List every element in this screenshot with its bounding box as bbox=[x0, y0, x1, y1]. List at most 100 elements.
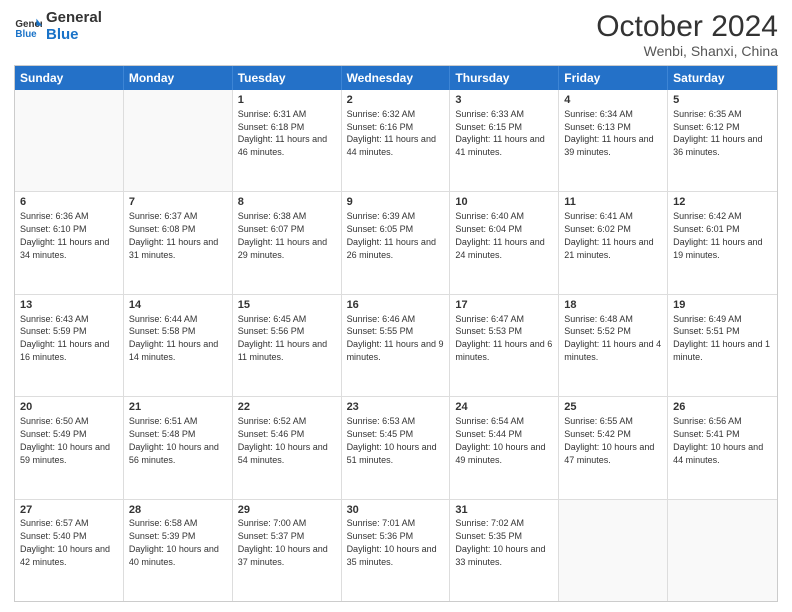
sunset: Sunset: 5:53 PM bbox=[455, 326, 522, 336]
sunset: Sunset: 5:48 PM bbox=[129, 429, 196, 439]
sunrise: Sunrise: 6:51 AM bbox=[129, 416, 198, 426]
day-number: 21 bbox=[129, 400, 227, 415]
day-number: 24 bbox=[455, 400, 553, 415]
location: Wenbi, Shanxi, China bbox=[596, 43, 778, 59]
day-number: 7 bbox=[129, 195, 227, 210]
calendar-cell-5-1: 27Sunrise: 6:57 AMSunset: 5:40 PMDayligh… bbox=[15, 500, 124, 601]
daylight: Daylight: 11 hours and 4 minutes. bbox=[564, 339, 661, 362]
header-wednesday: Wednesday bbox=[342, 66, 451, 90]
day-number: 29 bbox=[238, 503, 336, 518]
daylight: Daylight: 11 hours and 1 minute. bbox=[673, 339, 770, 362]
calendar-cell-5-7 bbox=[668, 500, 777, 601]
calendar-cell-4-5: 24Sunrise: 6:54 AMSunset: 5:44 PMDayligh… bbox=[450, 397, 559, 498]
calendar: Sunday Monday Tuesday Wednesday Thursday… bbox=[14, 65, 778, 602]
sunset: Sunset: 5:37 PM bbox=[238, 531, 305, 541]
calendar-cell-1-2 bbox=[124, 90, 233, 191]
sunset: Sunset: 6:05 PM bbox=[347, 224, 414, 234]
sunset: Sunset: 6:07 PM bbox=[238, 224, 305, 234]
sunset: Sunset: 5:36 PM bbox=[347, 531, 414, 541]
calendar-week-1: 1Sunrise: 6:31 AMSunset: 6:18 PMDaylight… bbox=[15, 90, 777, 192]
sunrise: Sunrise: 7:02 AM bbox=[455, 518, 524, 528]
sunset: Sunset: 6:16 PM bbox=[347, 122, 414, 132]
sunrise: Sunrise: 6:42 AM bbox=[673, 211, 742, 221]
daylight: Daylight: 10 hours and 37 minutes. bbox=[238, 544, 328, 567]
sunrise: Sunrise: 7:01 AM bbox=[347, 518, 416, 528]
daylight: Daylight: 11 hours and 46 minutes. bbox=[238, 134, 327, 157]
calendar-cell-2-1: 6Sunrise: 6:36 AMSunset: 6:10 PMDaylight… bbox=[15, 192, 124, 293]
calendar-header: Sunday Monday Tuesday Wednesday Thursday… bbox=[15, 66, 777, 90]
daylight: Daylight: 11 hours and 26 minutes. bbox=[347, 237, 436, 260]
sunrise: Sunrise: 6:52 AM bbox=[238, 416, 307, 426]
calendar-cell-2-5: 10Sunrise: 6:40 AMSunset: 6:04 PMDayligh… bbox=[450, 192, 559, 293]
calendar-cell-3-6: 18Sunrise: 6:48 AMSunset: 5:52 PMDayligh… bbox=[559, 295, 668, 396]
calendar-cell-2-2: 7Sunrise: 6:37 AMSunset: 6:08 PMDaylight… bbox=[124, 192, 233, 293]
daylight: Daylight: 10 hours and 49 minutes. bbox=[455, 442, 545, 465]
day-number: 4 bbox=[564, 93, 662, 108]
sunrise: Sunrise: 6:49 AM bbox=[673, 314, 742, 324]
sunset: Sunset: 5:41 PM bbox=[673, 429, 740, 439]
day-number: 18 bbox=[564, 298, 662, 313]
daylight: Daylight: 11 hours and 11 minutes. bbox=[238, 339, 327, 362]
sunset: Sunset: 5:39 PM bbox=[129, 531, 196, 541]
sunrise: Sunrise: 6:50 AM bbox=[20, 416, 89, 426]
sunset: Sunset: 5:35 PM bbox=[455, 531, 522, 541]
sunrise: Sunrise: 6:43 AM bbox=[20, 314, 89, 324]
daylight: Daylight: 10 hours and 51 minutes. bbox=[347, 442, 437, 465]
daylight: Daylight: 11 hours and 24 minutes. bbox=[455, 237, 544, 260]
calendar-cell-1-3: 1Sunrise: 6:31 AMSunset: 6:18 PMDaylight… bbox=[233, 90, 342, 191]
day-number: 12 bbox=[673, 195, 772, 210]
sunrise: Sunrise: 6:58 AM bbox=[129, 518, 198, 528]
day-number: 10 bbox=[455, 195, 553, 210]
sunrise: Sunrise: 6:57 AM bbox=[20, 518, 89, 528]
daylight: Daylight: 11 hours and 16 minutes. bbox=[20, 339, 109, 362]
sunrise: Sunrise: 6:54 AM bbox=[455, 416, 524, 426]
daylight: Daylight: 11 hours and 31 minutes. bbox=[129, 237, 218, 260]
sunrise: Sunrise: 6:36 AM bbox=[20, 211, 89, 221]
header-friday: Friday bbox=[559, 66, 668, 90]
title-block: October 2024 Wenbi, Shanxi, China bbox=[596, 10, 778, 59]
sunset: Sunset: 6:04 PM bbox=[455, 224, 522, 234]
calendar-cell-1-5: 3Sunrise: 6:33 AMSunset: 6:15 PMDaylight… bbox=[450, 90, 559, 191]
sunrise: Sunrise: 6:41 AM bbox=[564, 211, 633, 221]
calendar-cell-3-2: 14Sunrise: 6:44 AMSunset: 5:58 PMDayligh… bbox=[124, 295, 233, 396]
day-number: 30 bbox=[347, 503, 445, 518]
sunset: Sunset: 5:55 PM bbox=[347, 326, 414, 336]
sunrise: Sunrise: 6:33 AM bbox=[455, 109, 524, 119]
daylight: Daylight: 10 hours and 33 minutes. bbox=[455, 544, 545, 567]
sunrise: Sunrise: 6:56 AM bbox=[673, 416, 742, 426]
day-number: 26 bbox=[673, 400, 772, 415]
daylight: Daylight: 11 hours and 29 minutes. bbox=[238, 237, 327, 260]
daylight: Daylight: 10 hours and 54 minutes. bbox=[238, 442, 328, 465]
sunset: Sunset: 5:52 PM bbox=[564, 326, 631, 336]
daylight: Daylight: 10 hours and 35 minutes. bbox=[347, 544, 437, 567]
calendar-cell-2-4: 9Sunrise: 6:39 AMSunset: 6:05 PMDaylight… bbox=[342, 192, 451, 293]
header: General Blue General Blue October 2024 W… bbox=[14, 10, 778, 59]
sunset: Sunset: 5:56 PM bbox=[238, 326, 305, 336]
page: General Blue General Blue October 2024 W… bbox=[0, 0, 792, 612]
daylight: Daylight: 11 hours and 41 minutes. bbox=[455, 134, 544, 157]
calendar-cell-5-3: 29Sunrise: 7:00 AMSunset: 5:37 PMDayligh… bbox=[233, 500, 342, 601]
day-number: 1 bbox=[238, 93, 336, 108]
day-number: 2 bbox=[347, 93, 445, 108]
calendar-week-4: 20Sunrise: 6:50 AMSunset: 5:49 PMDayligh… bbox=[15, 397, 777, 499]
logo: General Blue General Blue bbox=[14, 10, 102, 43]
calendar-week-3: 13Sunrise: 6:43 AMSunset: 5:59 PMDayligh… bbox=[15, 295, 777, 397]
sunrise: Sunrise: 6:38 AM bbox=[238, 211, 307, 221]
calendar-cell-4-6: 25Sunrise: 6:55 AMSunset: 5:42 PMDayligh… bbox=[559, 397, 668, 498]
sunrise: Sunrise: 6:55 AM bbox=[564, 416, 633, 426]
daylight: Daylight: 11 hours and 9 minutes. bbox=[347, 339, 444, 362]
sunrise: Sunrise: 6:39 AM bbox=[347, 211, 416, 221]
day-number: 20 bbox=[20, 400, 118, 415]
daylight: Daylight: 11 hours and 44 minutes. bbox=[347, 134, 436, 157]
sunset: Sunset: 5:40 PM bbox=[20, 531, 87, 541]
daylight: Daylight: 11 hours and 19 minutes. bbox=[673, 237, 762, 260]
sunset: Sunset: 5:58 PM bbox=[129, 326, 196, 336]
sunset: Sunset: 5:51 PM bbox=[673, 326, 740, 336]
sunrise: Sunrise: 6:47 AM bbox=[455, 314, 524, 324]
calendar-cell-1-1 bbox=[15, 90, 124, 191]
calendar-cell-2-6: 11Sunrise: 6:41 AMSunset: 6:02 PMDayligh… bbox=[559, 192, 668, 293]
sunset: Sunset: 5:42 PM bbox=[564, 429, 631, 439]
daylight: Daylight: 10 hours and 42 minutes. bbox=[20, 544, 110, 567]
calendar-cell-4-7: 26Sunrise: 6:56 AMSunset: 5:41 PMDayligh… bbox=[668, 397, 777, 498]
calendar-cell-5-5: 31Sunrise: 7:02 AMSunset: 5:35 PMDayligh… bbox=[450, 500, 559, 601]
